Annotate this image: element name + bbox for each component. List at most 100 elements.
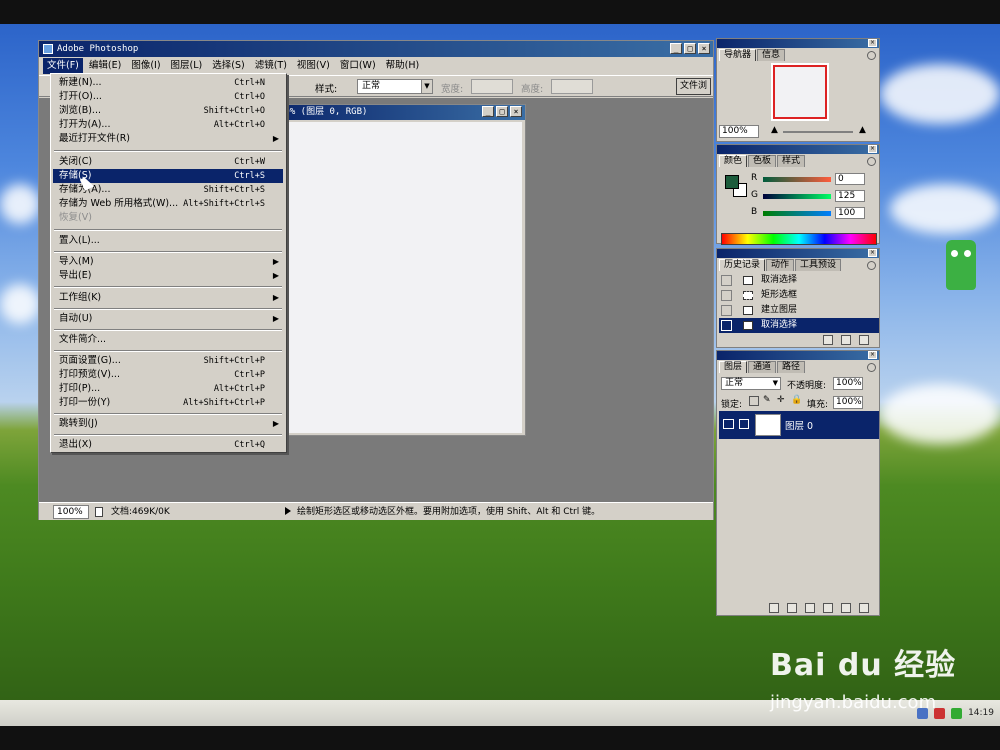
close-icon[interactable]: ×	[868, 145, 877, 153]
doc-maximize-button[interactable]: □	[496, 106, 508, 117]
style-select[interactable]: 正常 ▼	[357, 79, 433, 94]
menu-item-import[interactable]: 导入(M) ▶	[53, 255, 283, 269]
new-layer-icon[interactable]	[841, 603, 851, 613]
channel-value-input[interactable]: 100	[835, 207, 865, 219]
menu-select[interactable]: 选择(S)	[208, 58, 248, 74]
tab-info[interactable]: 信息	[757, 49, 786, 61]
trash-icon[interactable]	[859, 603, 869, 613]
menu-item-new[interactable]: 新建(N)... Ctrl+N	[53, 76, 283, 90]
clock[interactable]: 14:19	[968, 708, 994, 718]
menu-image[interactable]: 图像(I)	[127, 58, 164, 74]
zoom-in-icon[interactable]: ▲	[859, 125, 866, 135]
history-item-selected[interactable]: 取消选择	[719, 318, 879, 333]
menu-edit[interactable]: 编辑(E)	[85, 58, 125, 74]
menu-view[interactable]: 视图(V)	[293, 58, 334, 74]
menu-item-print-preview[interactable]: 打印预览(V)... Ctrl+P	[53, 368, 283, 382]
opacity-input[interactable]: 100%	[833, 377, 863, 390]
tab-color[interactable]: 颜色	[719, 155, 748, 167]
palette-title-bar[interactable]: ×	[717, 351, 879, 360]
channel-slider[interactable]	[763, 211, 831, 216]
layer-mask-icon[interactable]	[787, 603, 797, 613]
doc-minimize-button[interactable]: _	[482, 106, 494, 117]
history-checkbox[interactable]	[721, 320, 732, 331]
foreground-color-swatch[interactable]	[725, 175, 739, 189]
menu-help[interactable]: 帮助(H)	[382, 58, 424, 74]
menu-item-print-one-copy[interactable]: 打印一份(Y) Alt+Shift+Ctrl+P	[53, 396, 283, 410]
zoom-out-icon[interactable]: ▲	[771, 125, 778, 135]
menu-file[interactable]: 文件(F)	[43, 58, 83, 74]
tab-styles[interactable]: 样式	[777, 155, 806, 167]
history-item[interactable]: 矩形选框	[719, 288, 879, 303]
menu-item-jump-to[interactable]: 跳转到(J) ▶	[53, 417, 283, 431]
tab-tool-presets[interactable]: 工具预设	[795, 259, 842, 271]
menu-item-close[interactable]: 关闭(C) Ctrl+W	[53, 155, 283, 169]
lock-transparency-icon[interactable]	[749, 396, 759, 406]
navigator-zoom-slider[interactable]	[783, 131, 853, 133]
menu-item-workgroup[interactable]: 工作组(K) ▶	[53, 291, 283, 305]
menu-item-export[interactable]: 导出(E) ▶	[53, 269, 283, 283]
layer-row[interactable]: 图层 0	[719, 411, 879, 439]
width-input[interactable]	[471, 79, 513, 94]
history-checkbox[interactable]	[721, 290, 732, 301]
menu-item-automate[interactable]: 自动(U) ▶	[53, 312, 283, 326]
menu-item-revert[interactable]: 恢复(V)	[53, 211, 283, 225]
doc-close-button[interactable]: ×	[510, 106, 522, 117]
tab-actions[interactable]: 动作	[766, 259, 795, 271]
palette-menu-icon[interactable]	[867, 363, 876, 372]
lock-position-icon[interactable]: ✛	[777, 395, 785, 405]
zoom-field[interactable]: 100%	[53, 505, 89, 519]
history-item[interactable]: 建立图层	[719, 303, 879, 318]
fill-input[interactable]: 100%	[833, 396, 863, 409]
tab-channels[interactable]: 通道	[748, 361, 777, 373]
height-input[interactable]	[551, 79, 593, 94]
menu-window[interactable]: 窗口(W)	[336, 58, 380, 74]
close-icon[interactable]: ×	[868, 351, 877, 359]
menu-item-print[interactable]: 打印(P)... Alt+Ctrl+P	[53, 382, 283, 396]
history-checkbox[interactable]	[721, 305, 732, 316]
channel-slider[interactable]	[763, 194, 831, 199]
trash-icon[interactable]	[859, 335, 869, 345]
lock-all-icon[interactable]: 🔒	[791, 395, 802, 405]
menu-item-place[interactable]: 置入(L)...	[53, 234, 283, 248]
history-checkbox[interactable]	[721, 275, 732, 286]
layer-style-icon[interactable]	[769, 603, 779, 613]
channel-slider[interactable]	[763, 177, 831, 182]
close-icon[interactable]: ×	[868, 39, 877, 47]
menu-item-browse[interactable]: 浏览(B)... Shift+Ctrl+O	[53, 104, 283, 118]
navigator-zoom-field[interactable]: 100%	[719, 125, 759, 138]
eye-icon[interactable]	[723, 419, 734, 429]
menu-item-page-setup[interactable]: 页面设置(G)... Shift+Ctrl+P	[53, 354, 283, 368]
channel-value-input[interactable]: 0	[835, 173, 865, 185]
palette-title-bar[interactable]: ×	[717, 249, 879, 258]
palette-menu-icon[interactable]	[867, 51, 876, 60]
tab-paths[interactable]: 路径	[777, 361, 806, 373]
menu-item-exit[interactable]: 退出(X) Ctrl+Q	[53, 438, 283, 452]
menu-filter[interactable]: 滤镜(T)	[251, 58, 291, 74]
navigator-view-box[interactable]	[773, 65, 827, 119]
title-bar[interactable]: Adobe Photoshop _ □ ×	[39, 41, 713, 57]
palette-title-bar[interactable]: ×	[717, 145, 879, 154]
close-button[interactable]: ×	[698, 43, 710, 54]
adjustment-layer-icon[interactable]	[823, 603, 833, 613]
brush-icon[interactable]	[739, 419, 749, 429]
close-icon[interactable]: ×	[868, 249, 877, 257]
menu-layer[interactable]: 图层(L)	[167, 58, 207, 74]
new-set-icon[interactable]	[805, 603, 815, 613]
menu-item-save-for-web[interactable]: 存储为 Web 所用格式(W)... Alt+Shift+Ctrl+S	[53, 197, 283, 211]
new-document-from-state-icon[interactable]	[823, 335, 833, 345]
tab-swatches[interactable]: 色板	[748, 155, 777, 167]
tab-layers[interactable]: 图层	[719, 361, 748, 373]
channel-value-input[interactable]: 125	[835, 190, 865, 202]
tab-navigator[interactable]: 导航器	[719, 49, 757, 61]
blend-mode-select[interactable]: 正常 ▼	[721, 377, 781, 390]
menu-item-file-info[interactable]: 文件简介...	[53, 333, 283, 347]
menu-item-open[interactable]: 打开(O)... Ctrl+O	[53, 90, 283, 104]
tab-history[interactable]: 历史记录	[719, 259, 766, 271]
desktop-mascot-icon[interactable]	[946, 240, 976, 290]
history-item[interactable]: 取消选择	[719, 273, 879, 288]
document-canvas[interactable]	[274, 122, 522, 433]
palette-menu-icon[interactable]	[867, 157, 876, 166]
lock-image-icon[interactable]: ✎	[763, 395, 771, 405]
play-icon[interactable]	[285, 507, 291, 515]
palette-menu-icon[interactable]	[867, 261, 876, 270]
